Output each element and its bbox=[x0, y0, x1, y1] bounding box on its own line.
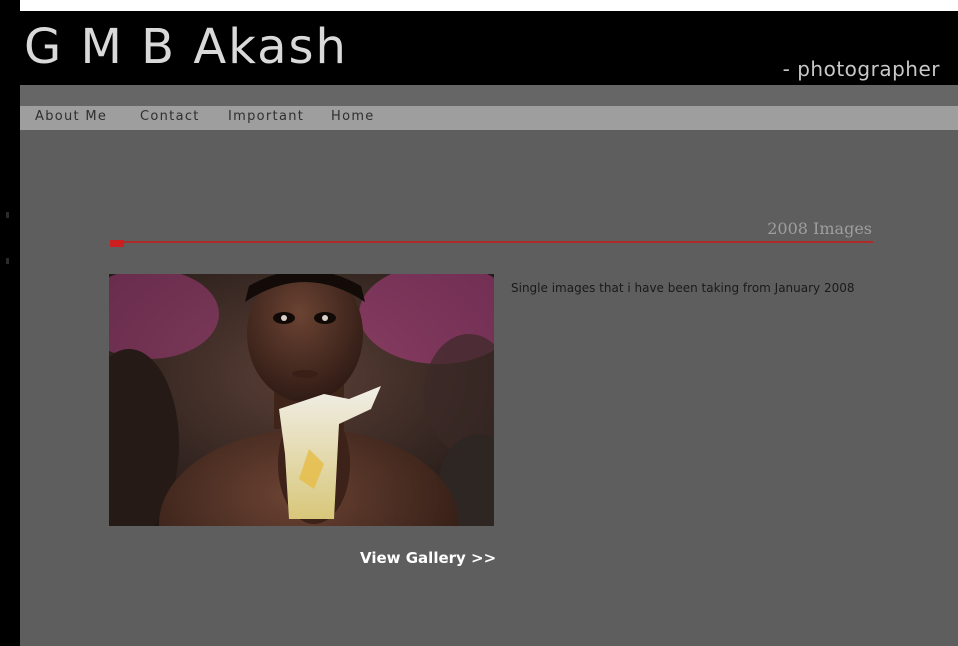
featured-photo-image bbox=[109, 274, 494, 526]
left-border-mark bbox=[6, 258, 9, 264]
main-nav: About Me Contact Important Home bbox=[20, 106, 958, 130]
section-divider-marker bbox=[110, 240, 124, 247]
site-tagline: - photographer bbox=[782, 57, 940, 81]
section-description: Single images that i have been taking fr… bbox=[511, 281, 855, 295]
nav-item-important[interactable]: Important bbox=[228, 109, 304, 124]
view-gallery-link[interactable]: View Gallery >> bbox=[360, 549, 496, 567]
site-title[interactable]: G M B Akash bbox=[24, 17, 348, 77]
section-divider bbox=[110, 241, 873, 243]
left-border bbox=[0, 0, 20, 646]
site-header: G M B Akash - photographer bbox=[12, 11, 958, 85]
nav-item-about-me[interactable]: About Me bbox=[35, 109, 107, 124]
featured-photo[interactable] bbox=[109, 274, 494, 526]
section-title: 2008 Images bbox=[767, 219, 872, 238]
top-border bbox=[0, 0, 958, 11]
nav-item-contact[interactable]: Contact bbox=[140, 109, 200, 124]
nav-item-home[interactable]: Home bbox=[331, 109, 375, 124]
subheader-band bbox=[20, 85, 958, 106]
left-border-mark bbox=[6, 212, 9, 218]
